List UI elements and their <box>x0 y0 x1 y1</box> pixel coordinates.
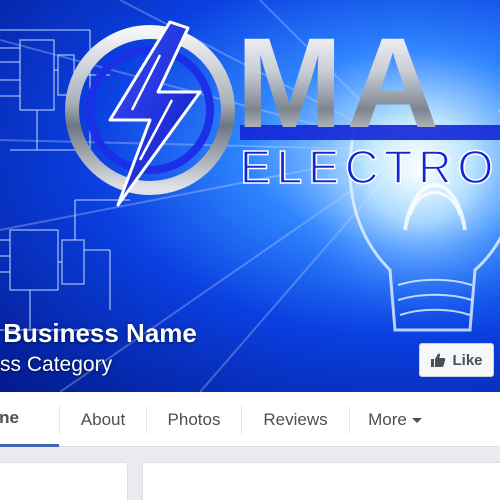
tab-label: About <box>80 409 126 429</box>
main-column-card <box>142 462 500 500</box>
facebook-page: MA ELECTRO S ur Business Name iness Cate… <box>0 0 500 500</box>
tab-more[interactable]: More <box>350 392 440 447</box>
tab-photos[interactable]: Photos <box>147 392 241 447</box>
tab-label: Reviews <box>263 409 328 429</box>
tab-label: More <box>368 409 407 429</box>
tab-label: eline <box>0 408 19 427</box>
cover-photo[interactable]: MA ELECTRO S ur Business Name iness Cate… <box>0 0 500 392</box>
thumbs-up-icon <box>431 353 446 367</box>
logo-wordmark: MA <box>236 12 444 155</box>
like-label: Like <box>452 351 483 369</box>
tab-label: Photos <box>167 409 221 429</box>
like-button[interactable]: Like <box>419 343 494 377</box>
page-category[interactable]: iness Category <box>0 353 112 377</box>
tab-reviews[interactable]: Reviews <box>242 392 349 447</box>
logo-emblem <box>65 20 235 207</box>
caret-down-icon <box>411 418 422 423</box>
page-title[interactable]: ur Business Name <box>0 318 197 349</box>
tab-about[interactable]: About <box>60 392 146 447</box>
page-tabs: eline About Photos Reviews More <box>0 392 500 447</box>
tab-timeline[interactable]: eline <box>0 392 59 447</box>
left-column-card <box>0 462 128 500</box>
logo-tagline: ELECTRO S <box>239 141 500 193</box>
